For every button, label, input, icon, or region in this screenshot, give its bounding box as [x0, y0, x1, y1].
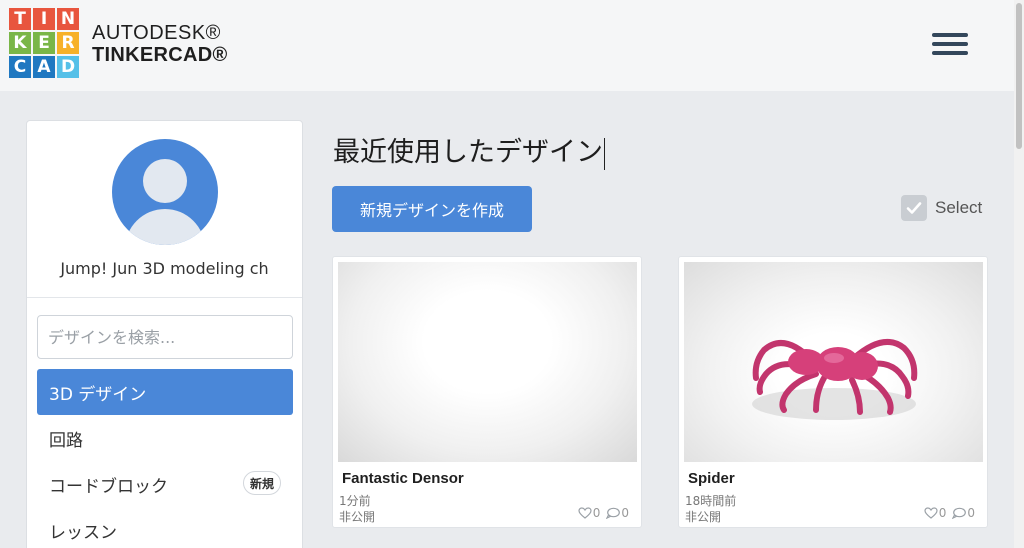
design-time: 18時間前: [685, 494, 737, 508]
brand-tinkercad: TINKERCAD®: [92, 44, 228, 66]
comment-icon: [606, 507, 621, 519]
design-card[interactable]: Spider 18時間前 非公開 0 0: [678, 256, 988, 528]
design-name[interactable]: Spider: [688, 470, 735, 487]
comment-count: 0: [621, 506, 629, 520]
spider-model-image: [752, 338, 918, 420]
check-icon: [906, 202, 922, 214]
design-stats: 0 0: [578, 506, 629, 520]
divider: [27, 297, 302, 298]
logo-letter: I: [33, 8, 55, 30]
menu-line: [932, 51, 968, 55]
design-time: 1分前: [339, 494, 371, 508]
sidebar-item-circuits[interactable]: 回路: [37, 415, 293, 461]
menu-line: [932, 33, 968, 37]
design-visibility: 非公開: [339, 510, 376, 524]
page-title: 最近使用したデザイン: [333, 130, 605, 170]
design-stats: 0 0: [924, 506, 975, 520]
hamburger-menu-icon[interactable]: [930, 33, 970, 61]
select-checkbox[interactable]: [901, 195, 927, 221]
avatar-head: [143, 159, 187, 203]
brand-autodesk: AUTODESK®: [92, 22, 221, 44]
logo-letter: C: [9, 56, 31, 78]
logo-letter: T: [9, 8, 31, 30]
logo-letter: R: [57, 32, 79, 54]
like-count: 0: [592, 506, 601, 520]
tinkercad-logo[interactable]: T I N K E R C A D: [9, 8, 79, 78]
logo-letter: E: [33, 32, 55, 54]
text-caret: [604, 137, 605, 170]
sidebar-item-label: 回路: [49, 430, 83, 451]
select-label: Select: [935, 198, 983, 217]
scrollbar-thumb[interactable]: [1016, 3, 1022, 149]
page-scrollbar[interactable]: [1014, 0, 1024, 548]
logo-letter: N: [57, 8, 79, 30]
logo-letter: D: [57, 56, 79, 78]
logo-letter: A: [33, 56, 55, 78]
sidebar-item-label: 3D デザイン: [49, 384, 147, 405]
comment-count: 0: [967, 506, 975, 520]
design-thumbnail[interactable]: [684, 262, 983, 462]
sidebar-item-label: レッスン: [49, 522, 117, 543]
avatar-body: [125, 209, 205, 245]
like-count: 0: [938, 506, 947, 520]
heart-icon: [924, 507, 938, 519]
comment-icon: [952, 507, 967, 519]
create-design-button[interactable]: 新規デザインを作成: [332, 186, 532, 232]
brand-wordmark[interactable]: AUTODESK® TINKERCAD®: [92, 22, 228, 66]
top-bar: T I N K E R C A D AUTODESK® TINKERCAD®: [0, 0, 1014, 91]
new-badge: 新規: [242, 471, 281, 495]
select-toggle[interactable]: Select: [901, 195, 982, 221]
sidebar-item-3d-designs[interactable]: 3D デザイン: [37, 369, 293, 415]
heart-icon: [578, 507, 592, 519]
page-title-text: 最近使用したデザイン: [333, 137, 603, 168]
design-card[interactable]: Fantastic Densor 1分前 非公開 0 0: [332, 256, 642, 528]
sidebar-item-label: コードブロック: [49, 476, 168, 497]
profile-sidebar: Jump! Jun 3D modeling ch 3D デザイン 回路 コードブ…: [26, 120, 303, 548]
logo-letter: K: [9, 32, 31, 54]
design-thumbnail[interactable]: [338, 262, 637, 462]
design-visibility: 非公開: [685, 510, 722, 524]
sidebar-item-codeblocks[interactable]: コードブロック 新規: [37, 461, 293, 507]
avatar[interactable]: [112, 139, 218, 245]
search-input[interactable]: [37, 315, 293, 359]
menu-line: [932, 42, 968, 46]
design-name[interactable]: Fantastic Densor: [342, 470, 464, 487]
username[interactable]: Jump! Jun 3D modeling ch: [27, 259, 302, 278]
sidebar-item-lessons[interactable]: レッスン: [37, 507, 293, 548]
